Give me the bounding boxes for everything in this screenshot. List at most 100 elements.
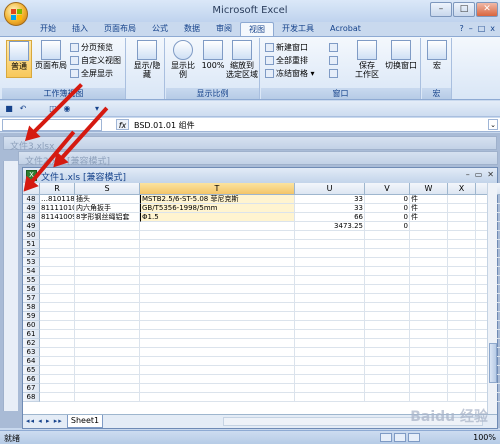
table-cell[interactable]: [410, 294, 448, 303]
table-cell[interactable]: [448, 348, 476, 357]
full-screen-button[interactable]: 全屏显示: [70, 68, 113, 79]
table-cell[interactable]: [140, 276, 295, 285]
table-cell[interactable]: [295, 303, 365, 312]
table-cell[interactable]: 811410090: [40, 213, 75, 222]
table-cell[interactable]: [75, 384, 140, 393]
switch-windows-button[interactable]: 切换窗口: [383, 40, 419, 78]
table-cell[interactable]: [40, 312, 75, 321]
minimize-icon[interactable]: –: [466, 170, 470, 179]
table-cell[interactable]: [75, 285, 140, 294]
minimize-button[interactable]: –: [430, 2, 452, 17]
table-cell[interactable]: [140, 384, 295, 393]
new-window-button[interactable]: 新建窗口: [265, 42, 308, 53]
table-cell[interactable]: [75, 267, 140, 276]
table-cell[interactable]: [140, 330, 295, 339]
row-header[interactable]: 62: [23, 339, 40, 348]
table-cell[interactable]: [75, 303, 140, 312]
row-header[interactable]: 49: [23, 204, 40, 213]
zoom-to-selection-button[interactable]: 缩放到 选定区域: [226, 40, 258, 79]
child-restore-icon[interactable]: □: [478, 24, 486, 33]
save-workspace-button[interactable]: 保存 工作区: [353, 40, 381, 79]
table-cell[interactable]: [365, 249, 410, 258]
row-header[interactable]: 54: [23, 267, 40, 276]
table-cell[interactable]: [410, 240, 448, 249]
table-cell[interactable]: [40, 231, 75, 240]
sheet-nav-buttons[interactable]: ◂◂ ◂ ▸ ▸▸: [26, 417, 63, 425]
page-layout-view-button[interactable]: 页面布局: [35, 40, 67, 78]
table-cell[interactable]: [40, 303, 75, 312]
table-cell[interactable]: [75, 294, 140, 303]
table-cell[interactable]: [140, 339, 295, 348]
hide-button[interactable]: [329, 55, 340, 66]
child-minimize-icon[interactable]: –: [469, 24, 473, 33]
table-cell[interactable]: [75, 222, 140, 231]
table-cell[interactable]: [410, 267, 448, 276]
tab-acrobat[interactable]: Acrobat: [322, 22, 369, 36]
table-cell[interactable]: [295, 357, 365, 366]
table-cell[interactable]: [75, 258, 140, 267]
tab-review[interactable]: 审阅: [208, 22, 240, 36]
table-cell[interactable]: [295, 267, 365, 276]
table-cell[interactable]: [295, 285, 365, 294]
table-cell[interactable]: [40, 348, 75, 357]
table-cell[interactable]: Φ1.5: [140, 213, 295, 222]
table-cell[interactable]: …810118: [40, 195, 75, 204]
arrange-all-button[interactable]: 全部重排: [265, 55, 308, 66]
row-header[interactable]: 48: [23, 213, 40, 222]
table-cell[interactable]: [140, 231, 295, 240]
table-cell[interactable]: [75, 357, 140, 366]
macros-button[interactable]: 宏: [424, 40, 450, 78]
table-cell[interactable]: [410, 222, 448, 231]
table-cell[interactable]: [75, 366, 140, 375]
table-cell[interactable]: 内六角扳手: [75, 204, 140, 213]
table-cell[interactable]: [448, 222, 476, 231]
row-header[interactable]: 67: [23, 384, 40, 393]
table-cell[interactable]: [448, 195, 476, 204]
table-cell[interactable]: [410, 258, 448, 267]
table-cell[interactable]: [448, 384, 476, 393]
row-header[interactable]: 55: [23, 276, 40, 285]
row-header[interactable]: 68: [23, 393, 40, 402]
table-cell[interactable]: [448, 330, 476, 339]
row-header[interactable]: 61: [23, 330, 40, 339]
table-cell[interactable]: [140, 240, 295, 249]
table-cell[interactable]: [295, 330, 365, 339]
table-cell[interactable]: [40, 357, 75, 366]
row-header[interactable]: 50: [23, 231, 40, 240]
zoom-100-button[interactable]: 100%: [200, 40, 226, 78]
table-cell[interactable]: [40, 249, 75, 258]
table-cell[interactable]: [295, 249, 365, 258]
table-cell[interactable]: [295, 276, 365, 285]
table-cell[interactable]: 0: [365, 222, 410, 231]
table-cell[interactable]: [140, 321, 295, 330]
row-header[interactable]: 65: [23, 366, 40, 375]
table-cell[interactable]: [75, 240, 140, 249]
table-cell[interactable]: [295, 384, 365, 393]
table-cell[interactable]: [410, 303, 448, 312]
table-cell[interactable]: [40, 366, 75, 375]
toolbar-icon[interactable]: ◉: [62, 104, 72, 114]
table-cell[interactable]: [140, 222, 295, 231]
column-header[interactable]: R: [40, 183, 75, 195]
table-cell[interactable]: 3473.25: [295, 222, 365, 231]
undo-icon[interactable]: ↶: [18, 104, 28, 114]
child-close-icon[interactable]: x: [490, 24, 495, 33]
tab-home[interactable]: 开始: [32, 22, 64, 36]
table-cell[interactable]: [365, 339, 410, 348]
row-header[interactable]: 63: [23, 348, 40, 357]
table-cell[interactable]: [365, 321, 410, 330]
table-cell[interactable]: [410, 393, 448, 402]
page-break-preview-button[interactable]: 分页预览: [70, 42, 113, 53]
normal-view-icon[interactable]: [380, 433, 392, 442]
table-cell[interactable]: 0: [365, 213, 410, 222]
table-cell[interactable]: [40, 258, 75, 267]
table-cell[interactable]: 0: [365, 195, 410, 204]
table-cell[interactable]: [365, 312, 410, 321]
table-cell[interactable]: [40, 267, 75, 276]
table-cell[interactable]: [448, 258, 476, 267]
table-cell[interactable]: [448, 240, 476, 249]
table-cell[interactable]: [448, 321, 476, 330]
table-cell[interactable]: [365, 258, 410, 267]
table-cell[interactable]: [140, 267, 295, 276]
background-window[interactable]: 文件2.xls [兼容模式]: [18, 151, 498, 167]
